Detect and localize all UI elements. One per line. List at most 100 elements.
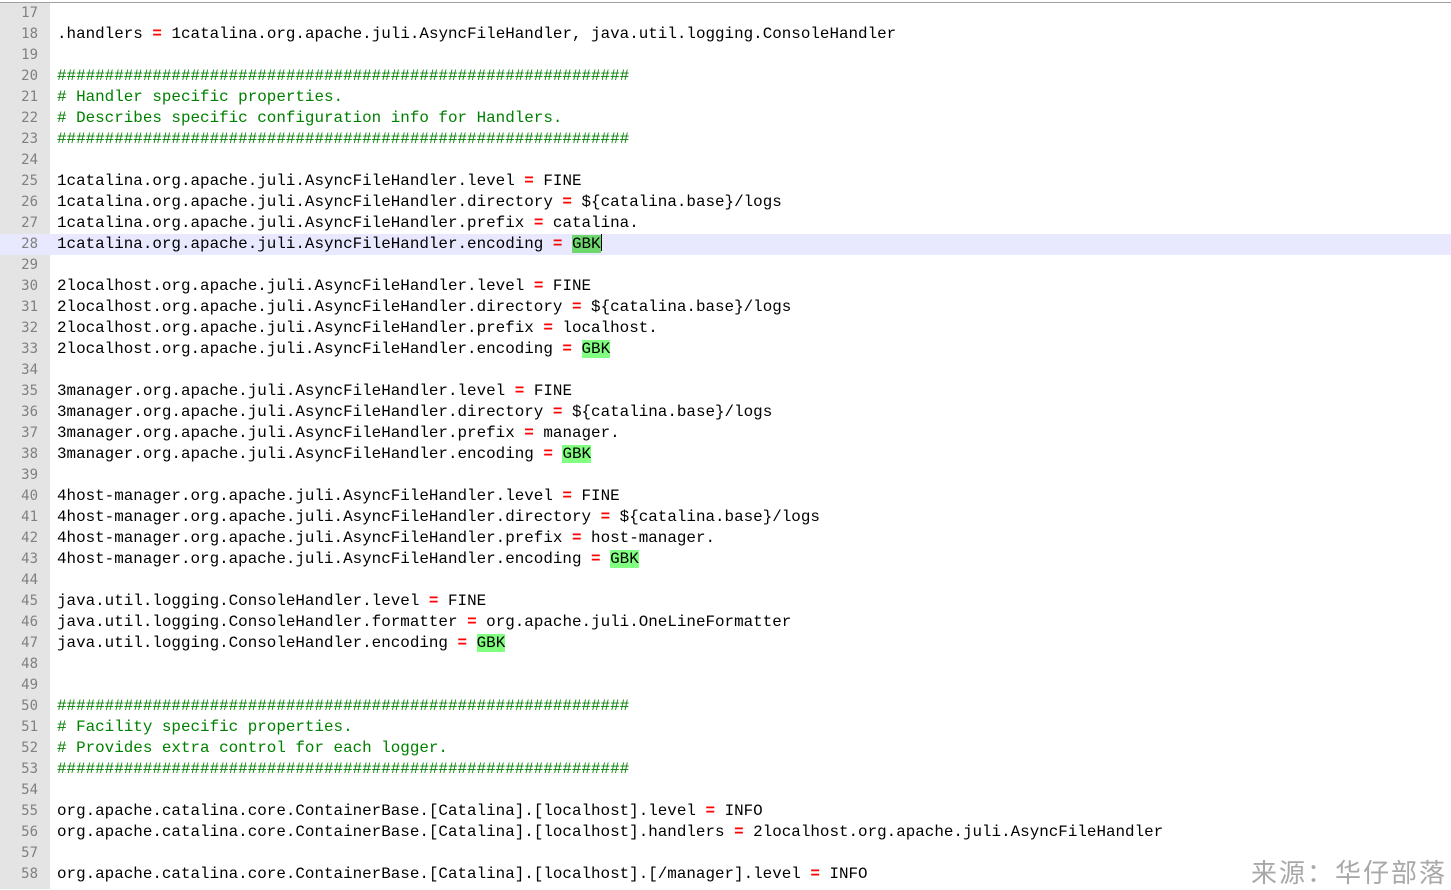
code-line[interactable]: 57 bbox=[0, 843, 1451, 864]
code-line[interactable]: 42 4host-manager.org.apache.juli.AsyncFil… bbox=[0, 528, 1451, 549]
code-line[interactable]: 31 2localhost.org.apache.juli.AsyncFileHa… bbox=[0, 297, 1451, 318]
code-line[interactable]: 58 org.apache.catalina.core.ContainerBase… bbox=[0, 864, 1451, 885]
property-key: 1catalina.org.apache.juli.AsyncFileHandl… bbox=[57, 214, 525, 232]
comment-text: ########################################… bbox=[57, 697, 630, 715]
equals-operator: = bbox=[562, 487, 572, 505]
line-content: 1catalina.org.apache.juli.AsyncFileHandl… bbox=[57, 171, 582, 192]
code-line[interactable]: 30 2localhost.org.apache.juli.AsyncFileHa… bbox=[0, 276, 1451, 297]
line-content: java.util.logging.ConsoleHandler.level =… bbox=[57, 591, 486, 612]
code-line[interactable]: 48 bbox=[0, 654, 1451, 675]
code-line[interactable]: 41 4host-manager.org.apache.juli.AsyncFil… bbox=[0, 507, 1451, 528]
line-number: 49 bbox=[21, 677, 38, 693]
code-line[interactable]: 33 2localhost.org.apache.juli.AsyncFileHa… bbox=[0, 339, 1451, 360]
code-line[interactable]: 34 bbox=[0, 360, 1451, 381]
code-line[interactable]: 21 # Handler specific properties. bbox=[0, 87, 1451, 108]
code-line[interactable]: 47 java.util.logging.ConsoleHandler.encod… bbox=[0, 633, 1451, 654]
code-line[interactable]: 17 bbox=[0, 3, 1451, 24]
property-value: FINE bbox=[543, 172, 582, 190]
line-number: 23 bbox=[21, 131, 38, 147]
line-content: 4host-manager.org.apache.juli.AsyncFileH… bbox=[57, 528, 715, 549]
code-editor[interactable]: 17 18 .handlers = 1catalina.org.apache.jul… bbox=[0, 2, 1451, 889]
code-line[interactable]: 51 # Facility specific properties. bbox=[0, 717, 1451, 738]
property-value: FINE bbox=[448, 592, 487, 610]
property-key: org.apache.catalina.core.ContainerBase.[… bbox=[57, 865, 801, 883]
line-number: 36 bbox=[21, 404, 38, 420]
code-line[interactable]: 45 java.util.logging.ConsoleHandler.level… bbox=[0, 591, 1451, 612]
line-number: 18 bbox=[21, 26, 38, 42]
code-line[interactable]: 52 # Provides extra control for each logg… bbox=[0, 738, 1451, 759]
line-number: 46 bbox=[21, 614, 38, 630]
code-line[interactable]: 18 .handlers = 1catalina.org.apache.juli.… bbox=[0, 24, 1451, 45]
equals-operator: = bbox=[533, 214, 544, 232]
code-line[interactable]: 23 ######################################… bbox=[0, 129, 1451, 150]
comment-text: ########################################… bbox=[57, 67, 630, 85]
code-line[interactable]: 50 ######################################… bbox=[0, 696, 1451, 717]
property-value: ${catalina.base}/logs bbox=[571, 403, 773, 421]
property-key: java.util.logging.ConsoleHandler.formatt… bbox=[57, 613, 458, 631]
property-value: INFO bbox=[829, 865, 868, 883]
property-key: 2localhost.org.apache.juli.AsyncFileHand… bbox=[57, 298, 563, 316]
code-line[interactable]: 49 bbox=[0, 675, 1451, 696]
code-line[interactable]: 24 bbox=[0, 150, 1451, 171]
comment-text: # Provides extra control for each logger… bbox=[57, 739, 448, 757]
line-content: 2localhost.org.apache.juli.AsyncFileHand… bbox=[57, 297, 791, 318]
line-content: java.util.logging.ConsoleHandler.encodin… bbox=[57, 633, 506, 654]
line-number: 30 bbox=[21, 278, 38, 294]
property-value: FINE bbox=[581, 487, 620, 505]
line-number: 24 bbox=[21, 152, 38, 168]
current-line[interactable]: 28 1catalina.org.apache.juli.AsyncFileHan… bbox=[0, 234, 1451, 255]
property-value: catalina. bbox=[552, 214, 639, 232]
equals-operator: = bbox=[543, 319, 553, 337]
property-value: ${catalina.base}/logs bbox=[591, 298, 792, 316]
code-line[interactable]: 25 1catalina.org.apache.juli.AsyncFileHan… bbox=[0, 171, 1451, 192]
line-content: org.apache.catalina.core.ContainerBase.[… bbox=[57, 864, 868, 885]
code-line[interactable]: 46 java.util.logging.ConsoleHandler.forma… bbox=[0, 612, 1451, 633]
code-line[interactable]: 20 ######################################… bbox=[0, 66, 1451, 87]
code-line[interactable]: 37 3manager.org.apache.juli.AsyncFileHand… bbox=[0, 423, 1451, 444]
line-content: 3manager.org.apache.juli.AsyncFileHandle… bbox=[57, 423, 620, 444]
equals-operator: = bbox=[705, 802, 716, 820]
line-content: .handlers = 1catalina.org.apache.juli.As… bbox=[57, 24, 896, 45]
equals-operator: = bbox=[552, 403, 563, 421]
equals-operator: = bbox=[533, 277, 544, 295]
line-number: 53 bbox=[21, 761, 38, 777]
property-key: 2localhost.org.apache.juli.AsyncFileHand… bbox=[57, 277, 525, 295]
code-line[interactable]: 36 3manager.org.apache.juli.AsyncFileHand… bbox=[0, 402, 1451, 423]
code-line[interactable]: 35 3manager.org.apache.juli.AsyncFileHand… bbox=[0, 381, 1451, 402]
code-line[interactable]: 44 bbox=[0, 570, 1451, 591]
code-line[interactable]: 27 1catalina.org.apache.juli.AsyncFileHan… bbox=[0, 213, 1451, 234]
equals-operator: = bbox=[543, 445, 553, 463]
code-line[interactable]: 26 1catalina.org.apache.juli.AsyncFileHan… bbox=[0, 192, 1451, 213]
code-line[interactable]: 32 2localhost.org.apache.juli.AsyncFileHa… bbox=[0, 318, 1451, 339]
comment-text: # Handler specific properties. bbox=[57, 88, 344, 106]
code-line[interactable]: 38 3manager.org.apache.juli.AsyncFileHand… bbox=[0, 444, 1451, 465]
property-key: org.apache.catalina.core.ContainerBase.[… bbox=[57, 823, 725, 841]
property-key: 3manager.org.apache.juli.AsyncFileHandle… bbox=[57, 382, 506, 400]
equals-operator: = bbox=[810, 865, 820, 883]
property-key: 1catalina.org.apache.juli.AsyncFileHandl… bbox=[57, 193, 553, 211]
code-line[interactable]: 22 # Describes specific configuration inf… bbox=[0, 108, 1451, 129]
equals-operator: = bbox=[571, 298, 582, 316]
line-number: 43 bbox=[21, 551, 38, 567]
property-value: host-manager. bbox=[591, 529, 716, 547]
line-number: 32 bbox=[21, 320, 38, 336]
code-line[interactable]: 53 ######################################… bbox=[0, 759, 1451, 780]
equals-operator: = bbox=[152, 25, 162, 43]
code-line[interactable]: 39 bbox=[0, 465, 1451, 486]
code-line[interactable]: 55 org.apache.catalina.core.ContainerBase… bbox=[0, 801, 1451, 822]
line-content: 3manager.org.apache.juli.AsyncFileHandle… bbox=[57, 444, 592, 465]
line-content: 4host-manager.org.apache.juli.AsyncFileH… bbox=[57, 549, 639, 570]
line-number: 19 bbox=[21, 47, 38, 63]
equals-operator: = bbox=[562, 193, 572, 211]
line-number: 34 bbox=[21, 362, 38, 378]
line-content: java.util.logging.ConsoleHandler.formatt… bbox=[57, 612, 791, 633]
code-line[interactable]: 19 bbox=[0, 45, 1451, 66]
line-number: 20 bbox=[21, 68, 38, 84]
code-line[interactable]: 40 4host-manager.org.apache.juli.AsyncFil… bbox=[0, 486, 1451, 507]
code-line[interactable]: 54 bbox=[0, 780, 1451, 801]
equals-operator: = bbox=[457, 634, 468, 652]
code-line[interactable]: 29 bbox=[0, 255, 1451, 276]
line-number: 44 bbox=[21, 572, 38, 588]
code-line[interactable]: 43 4host-manager.org.apache.juli.AsyncFil… bbox=[0, 549, 1451, 570]
code-line[interactable]: 56 org.apache.catalina.core.ContainerBase… bbox=[0, 822, 1451, 843]
